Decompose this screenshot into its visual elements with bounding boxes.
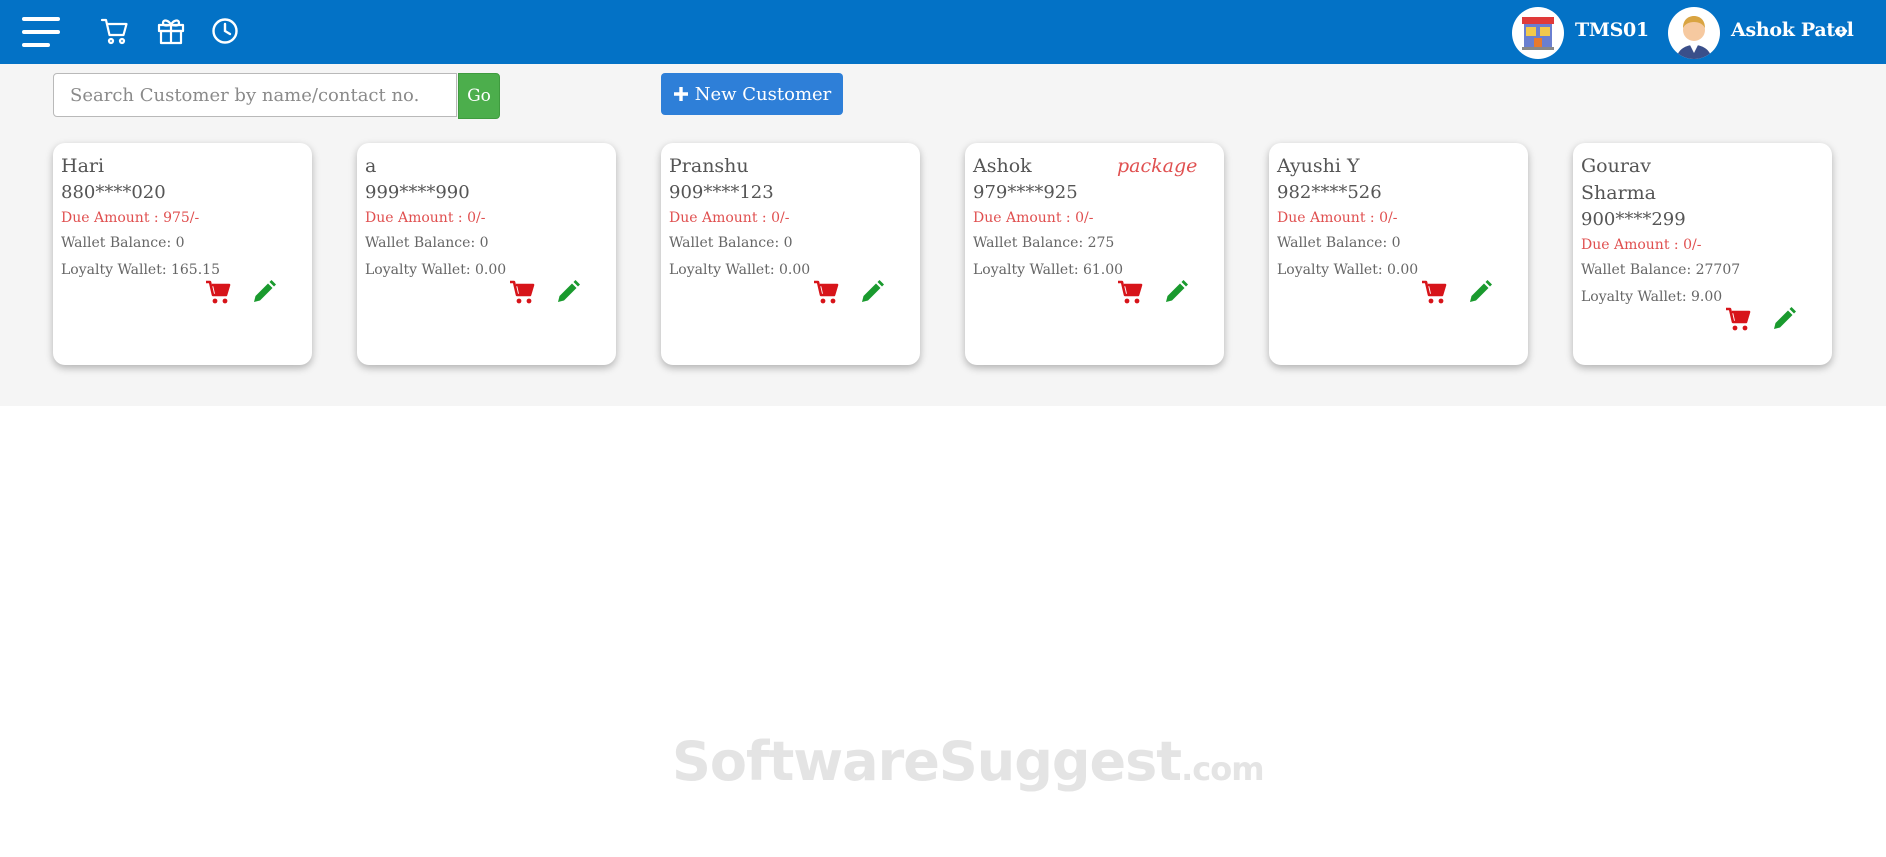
cart-icon[interactable] — [1421, 279, 1447, 309]
card-actions — [1725, 306, 1797, 336]
go-button[interactable]: Go — [458, 73, 500, 119]
wallet-balance: Wallet Balance: 0 — [1277, 235, 1401, 251]
store-name[interactable]: TMS01 — [1575, 19, 1649, 41]
customer-card[interactable]: Ashok package 979****925 Due Amount : 0/… — [965, 143, 1224, 365]
customer-panel: Go New Customer Hari 880****020 Due Amou… — [0, 64, 1886, 406]
customer-name: Ashok — [973, 155, 1032, 177]
user-avatar[interactable] — [1668, 7, 1720, 59]
cart-icon[interactable] — [100, 16, 130, 50]
customer-info: 880****020 Due Amount : 975/- Wallet Bal… — [61, 180, 301, 284]
customer-phone: 900****299 — [1581, 209, 1686, 230]
new-customer-label: New Customer — [694, 83, 832, 105]
due-amount: Due Amount : 0/- — [669, 210, 790, 226]
customer-phone: 982****526 — [1277, 182, 1382, 203]
package-tag: package — [1117, 155, 1198, 177]
customer-card[interactable]: Hari 880****020 Due Amount : 975/- Walle… — [53, 143, 312, 365]
customer-name: Pranshu — [669, 155, 749, 177]
top-navbar: TMS01 Ashok Patel — [0, 0, 1886, 64]
plus-icon — [673, 87, 688, 101]
customer-card[interactable]: Ayushi Y 982****526 Due Amount : 0/- Wal… — [1269, 143, 1528, 365]
edit-icon[interactable] — [859, 279, 885, 309]
customer-phone: 999****990 — [365, 182, 470, 203]
card-actions — [1117, 279, 1189, 309]
due-amount: Due Amount : 975/- — [61, 210, 200, 226]
customer-phone: 880****020 — [61, 182, 166, 203]
customer-info: 999****990 Due Amount : 0/- Wallet Balan… — [365, 180, 605, 284]
search-input[interactable] — [53, 73, 457, 117]
menu-icon[interactable] — [22, 17, 60, 47]
card-actions — [813, 279, 885, 309]
customer-name: Ayushi Y — [1277, 155, 1360, 177]
edit-icon[interactable] — [1771, 306, 1797, 336]
customer-info: 900****299 Due Amount : 0/- Wallet Balan… — [1581, 207, 1821, 311]
due-amount: Due Amount : 0/- — [1277, 210, 1398, 226]
new-customer-button[interactable]: New Customer — [661, 73, 843, 115]
card-actions — [1421, 279, 1493, 309]
due-amount: Due Amount : 0/- — [365, 210, 486, 226]
cart-icon[interactable] — [1725, 306, 1751, 336]
edit-icon[interactable] — [251, 279, 277, 309]
customer-name: a — [365, 155, 377, 177]
card-actions — [205, 279, 277, 309]
edit-icon[interactable] — [1467, 279, 1493, 309]
wallet-balance: Wallet Balance: 0 — [61, 235, 185, 251]
edit-icon[interactable] — [555, 279, 581, 309]
customer-card[interactable]: a 999****990 Due Amount : 0/- Wallet Bal… — [357, 143, 616, 365]
cart-icon[interactable] — [509, 279, 535, 309]
due-amount: Due Amount : 0/- — [973, 210, 1094, 226]
watermark-suffix: .com — [1181, 750, 1264, 788]
due-amount: Due Amount : 0/- — [1581, 237, 1702, 253]
customer-info: 982****526 Due Amount : 0/- Wallet Balan… — [1277, 180, 1517, 284]
card-actions — [509, 279, 581, 309]
customer-name: Hari — [61, 155, 105, 177]
cart-icon[interactable] — [205, 279, 231, 309]
customer-info: 909****123 Due Amount : 0/- Wallet Balan… — [669, 180, 909, 284]
wallet-balance: Wallet Balance: 0 — [365, 235, 489, 251]
watermark: SoftwareSuggest.com — [672, 730, 1265, 793]
watermark-main: SoftwareSuggest — [672, 730, 1182, 793]
customer-name: Gourav Sharma — [1581, 155, 1657, 204]
wallet-balance: Wallet Balance: 275 — [973, 235, 1115, 251]
cart-icon[interactable] — [813, 279, 839, 309]
cart-icon[interactable] — [1117, 279, 1143, 309]
wallet-balance: Wallet Balance: 0 — [669, 235, 793, 251]
chevron-down-icon[interactable] — [1834, 25, 1848, 44]
customer-info: 979****925 Due Amount : 0/- Wallet Balan… — [973, 180, 1213, 284]
gift-icon[interactable] — [156, 16, 186, 50]
store-avatar[interactable] — [1512, 7, 1564, 59]
clock-icon[interactable] — [210, 16, 240, 50]
customer-phone: 979****925 — [973, 182, 1078, 203]
customer-phone: 909****123 — [669, 182, 774, 203]
wallet-balance: Wallet Balance: 27707 — [1581, 262, 1741, 278]
edit-icon[interactable] — [1163, 279, 1189, 309]
customer-card[interactable]: Pranshu 909****123 Due Amount : 0/- Wall… — [661, 143, 920, 365]
customer-card[interactable]: Gourav Sharma 900****299 Due Amount : 0/… — [1573, 143, 1832, 365]
